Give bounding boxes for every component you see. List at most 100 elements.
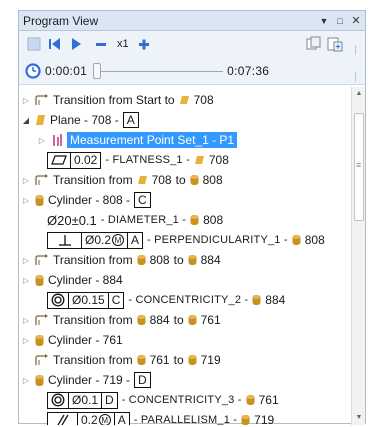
tree-row-diameter[interactable]: Ø20±0.1 - DIAMETER_1 - 808	[19, 210, 353, 230]
tree-row-cylinder-884[interactable]: ▷ Cylinder - 884	[19, 270, 353, 290]
cylinder-icon	[137, 355, 146, 365]
tree-row-cylinder-808[interactable]: ▷ Cylinder - 808 - C	[19, 190, 353, 210]
tree-row-cylinder-719[interactable]: ▷ Cylinder - 719 - D	[19, 370, 353, 390]
fcf-symbol-cell	[48, 392, 69, 408]
tree-row-transition-808-884[interactable]: ▷ Transition from 808 to 884	[19, 250, 353, 270]
tree-row-transition-start[interactable]: ▷ Transition from Start to 708	[19, 90, 353, 110]
fcf-symbol-cell	[48, 152, 71, 168]
feature-label: Plane - 708 -	[50, 113, 119, 127]
cylinder-icon	[190, 175, 199, 185]
material-modifier: M	[98, 414, 111, 425]
scroll-thumb[interactable]	[354, 113, 364, 221]
close-icon[interactable]: ✕	[349, 14, 363, 27]
dropdown-icon[interactable]: ▼	[317, 16, 331, 26]
tree-row-cylinder-761[interactable]: ▷ Cylinder - 761	[19, 330, 353, 350]
expand-arrow-icon[interactable]: ▷	[21, 96, 31, 105]
feature-ref: 761	[149, 353, 170, 367]
dimension-text: Ø20±0.1	[47, 212, 97, 228]
expand-arrow-icon[interactable]: ▷	[21, 176, 31, 185]
scroll-down-icon[interactable]: ▼	[352, 411, 366, 425]
slider-thumb[interactable]	[93, 62, 102, 79]
feature-ref: 719	[254, 413, 275, 425]
feature-label: Cylinder - 884	[48, 273, 123, 287]
feature-ref: 719	[200, 353, 221, 367]
tree-row-transition-884-761[interactable]: ▷ Transition from 884 to 761	[19, 310, 353, 330]
row-text: - FLATNESS_1 -	[105, 154, 190, 166]
fcf-datum-cell: A	[131, 233, 140, 247]
tree-row-transition-761-719[interactable]: Transition from 761 to 719	[19, 350, 353, 370]
clock-icon	[25, 62, 41, 79]
feature-ref: 708	[208, 153, 229, 167]
slider-track	[93, 70, 224, 72]
float-icon[interactable]: □	[333, 16, 347, 26]
cylinder-icon	[188, 315, 197, 325]
fcf-datum-cell: A	[117, 413, 126, 425]
cylinder-icon	[190, 215, 199, 225]
cylinder-icon	[188, 355, 197, 365]
tree-row-concentricity-2[interactable]: Ø0.15 C - CONCENTRICITY_2 - 884	[19, 290, 353, 310]
tree-row-transition-708-808[interactable]: ▷ Transition from 708 to 808	[19, 170, 353, 190]
fcf-tolerance-cell: 0.02	[74, 153, 98, 167]
expand-arrow-icon[interactable]: ▷	[21, 256, 31, 265]
step-back-button[interactable]	[46, 35, 64, 53]
feature-ref: 808	[304, 233, 325, 247]
cylinder-icon	[246, 395, 255, 405]
material-modifier: M	[112, 234, 125, 246]
row-text: to	[173, 253, 184, 267]
timebar-grip[interactable]	[355, 72, 361, 82]
row-text: - DIAMETER_1 -	[100, 214, 187, 226]
feature-ref: 884	[265, 293, 286, 307]
paste-button[interactable]	[326, 35, 344, 53]
parallelism-icon	[56, 414, 69, 425]
tree-row-parallelism[interactable]: 0.2 M A - PARALLELISM_1 - 719	[19, 410, 353, 425]
play-button[interactable]	[67, 35, 85, 53]
faster-button[interactable]	[135, 35, 153, 53]
copy-button[interactable]	[305, 35, 323, 53]
fcf-tolerance-cell: Ø0.2 M	[82, 232, 129, 248]
program-tree: ▷ Transition from Start to 708 ◢ Plane -…	[19, 87, 353, 425]
expand-arrow-icon[interactable]: ▷	[37, 136, 47, 145]
play-icon	[72, 38, 81, 50]
stop-icon	[27, 37, 41, 51]
expand-arrow-icon[interactable]: ▷	[21, 336, 31, 345]
fcf-tolerance: Ø0.2	[85, 233, 112, 247]
tree-scrollbar[interactable]: ▲ ▼	[351, 87, 365, 425]
tree-row-flatness[interactable]: 0.02 - FLATNESS_1 - 708	[19, 150, 353, 170]
timeline-slider[interactable]	[93, 61, 224, 81]
row-text: - PARALLELISM_1 -	[133, 414, 238, 425]
plane-icon	[36, 115, 45, 125]
measurement-points-icon	[53, 134, 62, 146]
expand-arrow-icon[interactable]: ▷	[21, 376, 31, 385]
tree-row-plane-708[interactable]: ◢ Plane - 708 - A	[19, 110, 353, 130]
row-text: Transition from	[53, 173, 133, 187]
collapse-arrow-icon[interactable]: ◢	[21, 116, 31, 125]
expand-arrow-icon[interactable]: ▷	[21, 196, 31, 205]
fcf-tolerance-cell: Ø0.1	[69, 392, 103, 408]
cylinder-icon	[137, 255, 146, 265]
fcf-tolerance-cell: 0.2 M	[78, 412, 115, 425]
cylinder-icon	[35, 194, 44, 206]
feature-ref: 708	[151, 173, 172, 187]
slower-button[interactable]	[92, 35, 110, 53]
feature-label: Cylinder - 761	[48, 333, 123, 347]
copy-icon	[306, 36, 321, 50]
perpendicularity-icon	[58, 235, 71, 246]
tree-row-measurement-point-set[interactable]: ▷ Measurement Point Set_1 - P1	[19, 130, 353, 150]
cylinder-icon	[241, 415, 250, 425]
row-text: to	[175, 173, 186, 187]
fcf-tolerance: 0.2	[81, 413, 98, 425]
toolbar-grip[interactable]	[355, 45, 361, 55]
expand-arrow-icon[interactable]: ▷	[21, 276, 31, 285]
datum-box: A	[122, 112, 139, 128]
row-text: - PERPENDICULARITY_1 -	[147, 234, 288, 246]
tree-row-perpendicularity[interactable]: Ø0.2 M A - PERPENDICULARITY_1 - 808	[19, 230, 353, 250]
row-text: Transition from	[53, 353, 133, 367]
step-back-icon	[49, 38, 60, 50]
stop-button[interactable]	[25, 35, 43, 53]
transition-icon	[35, 174, 48, 185]
cylinder-icon	[35, 374, 44, 386]
expand-arrow-icon[interactable]: ▷	[21, 316, 31, 325]
panel-title: Program View	[23, 13, 99, 28]
tree-row-concentricity-3[interactable]: Ø0.1 D - CONCENTRICITY_3 - 761	[19, 390, 353, 410]
scroll-up-icon[interactable]: ▲	[352, 87, 366, 101]
